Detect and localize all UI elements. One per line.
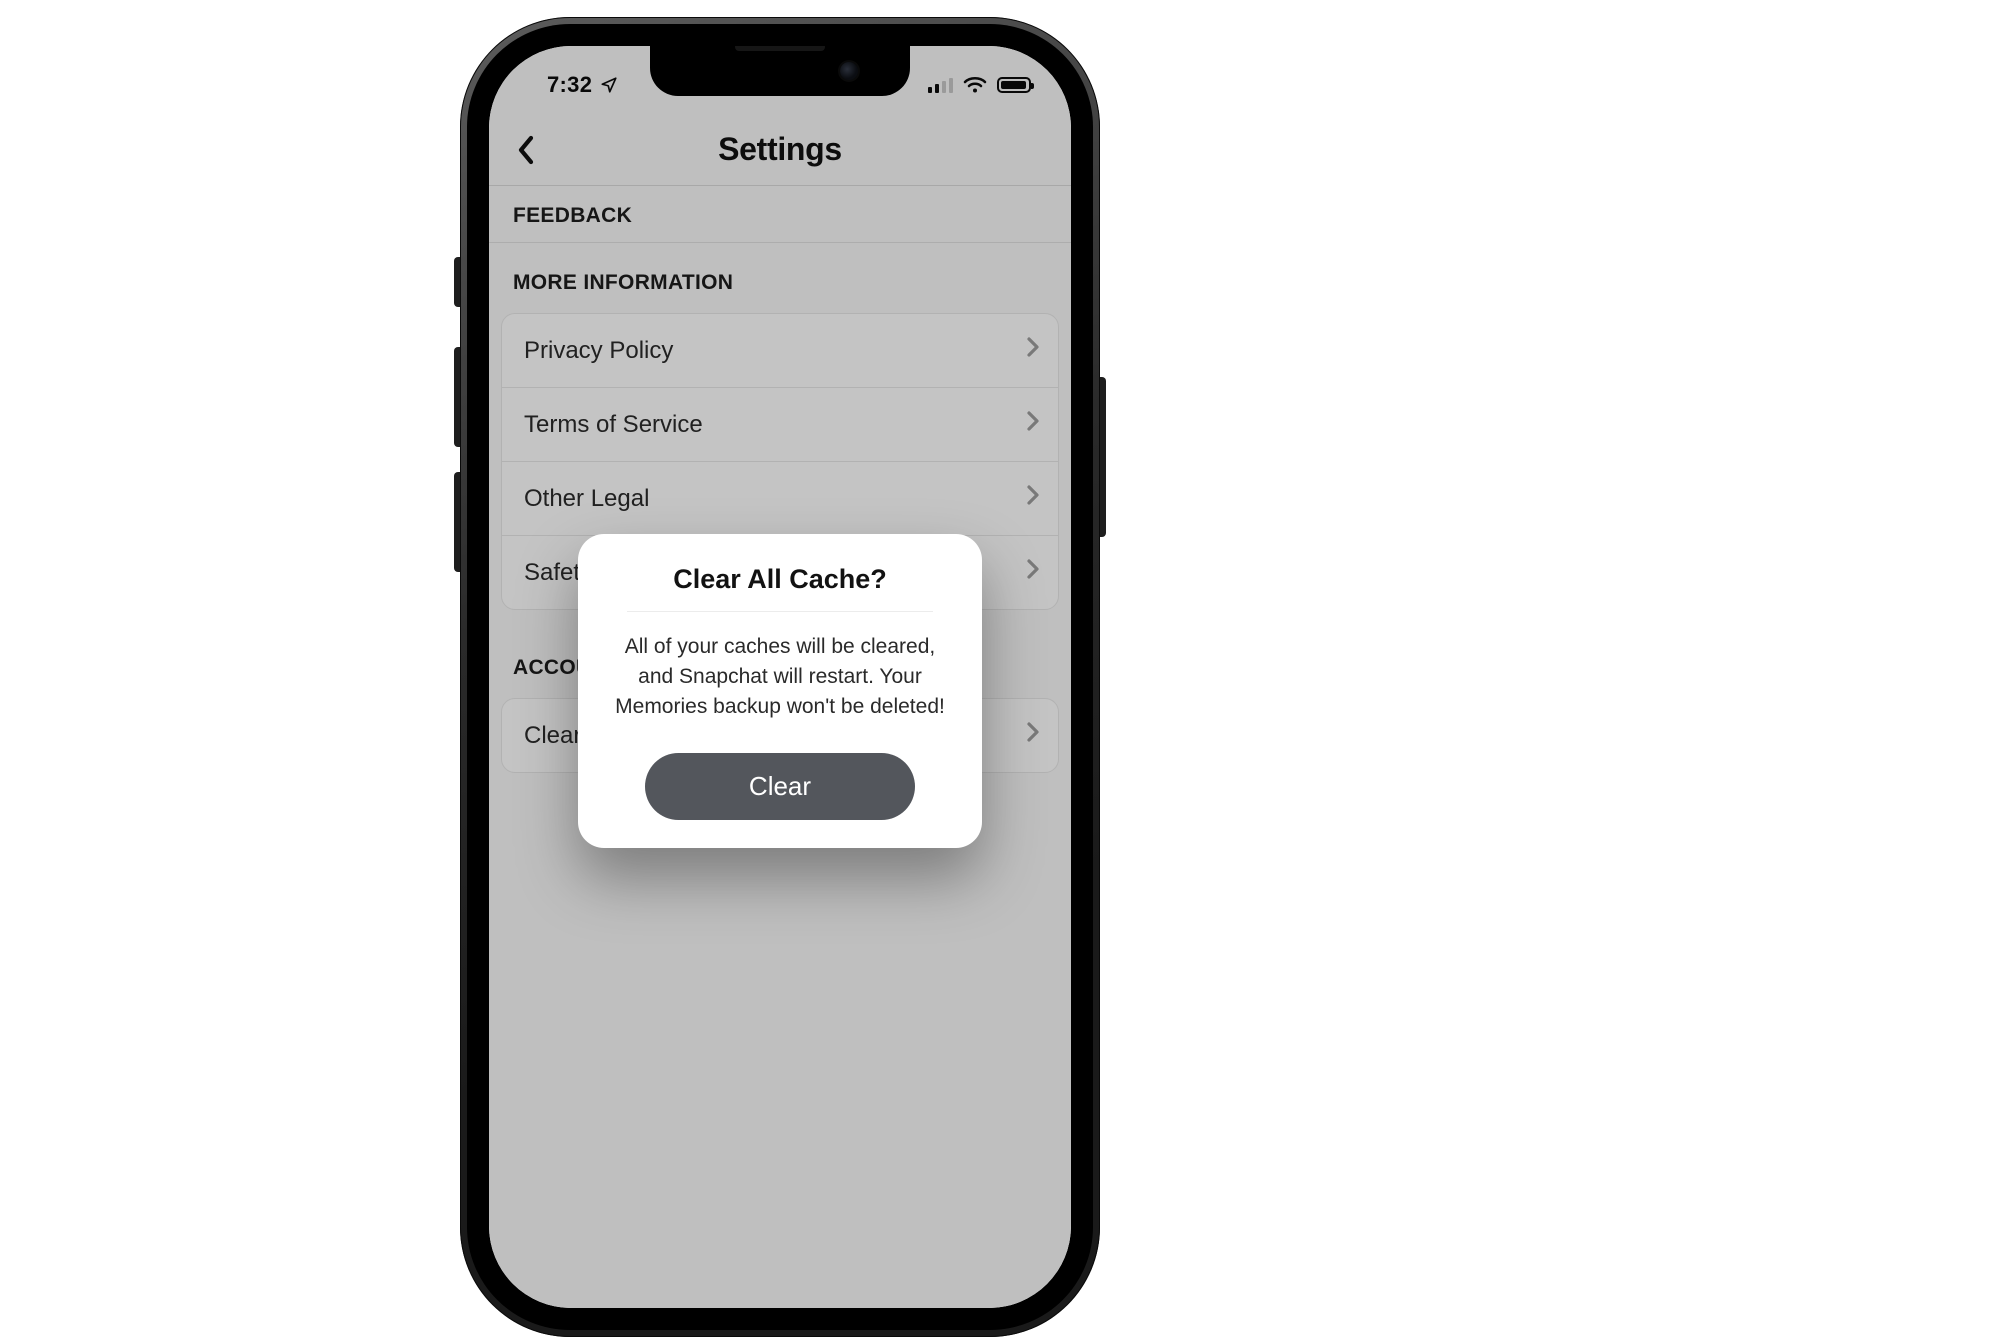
section-header-feedback: FEEDBACK [489, 186, 1071, 242]
chevron-right-icon [1026, 410, 1040, 439]
chevron-right-icon [1026, 336, 1040, 365]
row-privacy-policy[interactable]: Privacy Policy [502, 314, 1058, 387]
phone-frame: Settings FEEDBACK MORE INFORMATION Priva… [460, 17, 1100, 1337]
dialog-title: Clear All Cache? [602, 564, 958, 595]
chevron-right-icon [1026, 484, 1040, 513]
clear-button[interactable]: Clear [645, 753, 915, 820]
clear-cache-dialog: Clear All Cache? All of your caches will… [578, 534, 982, 848]
cellular-signal-icon [928, 77, 953, 93]
phone-bezel: Settings FEEDBACK MORE INFORMATION Priva… [467, 24, 1093, 1330]
wifi-icon [963, 76, 987, 94]
dialog-body: All of your caches will be cleared, and … [602, 632, 958, 721]
row-terms-of-service[interactable]: Terms of Service [502, 387, 1058, 461]
row-label: Other Legal [524, 485, 649, 513]
phone-screen: Settings FEEDBACK MORE INFORMATION Priva… [489, 46, 1071, 1308]
earpiece-speaker [735, 46, 825, 51]
phone-notch [650, 46, 910, 96]
chevron-left-icon [517, 135, 537, 165]
power-button [1100, 377, 1106, 537]
row-label: Terms of Service [524, 411, 703, 439]
location-icon [600, 76, 618, 94]
row-other-legal[interactable]: Other Legal [502, 461, 1058, 535]
row-label: Privacy Policy [524, 337, 673, 365]
back-button[interactable] [505, 128, 549, 172]
section-header-more-information: MORE INFORMATION [489, 243, 1071, 309]
chevron-right-icon [1026, 558, 1040, 587]
status-time: 7:32 [547, 72, 592, 98]
chevron-right-icon [1026, 721, 1040, 750]
nav-bar: Settings [489, 114, 1071, 186]
battery-icon [997, 77, 1031, 93]
divider [627, 611, 933, 612]
page-title: Settings [718, 131, 842, 168]
volume-up-button [454, 347, 460, 447]
mute-switch [454, 257, 460, 307]
volume-down-button [454, 472, 460, 572]
